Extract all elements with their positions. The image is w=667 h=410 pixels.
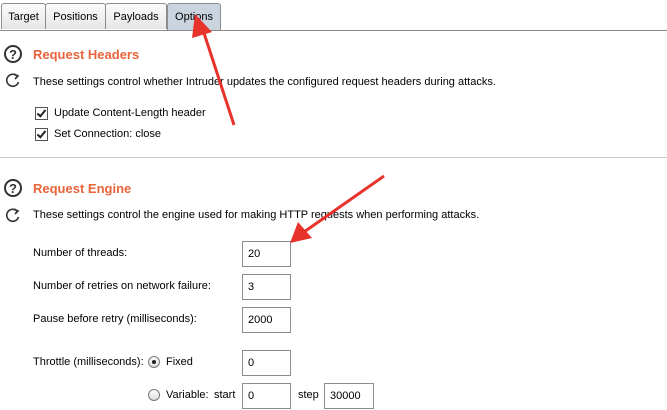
variable-label: Variable: — [166, 389, 209, 401]
retries-input[interactable] — [242, 274, 291, 300]
pause-label: Pause before retry (milliseconds): — [33, 313, 197, 325]
fixed-radio[interactable] — [148, 356, 160, 368]
help-icon[interactable]: ? — [4, 179, 22, 197]
fixed-input[interactable] — [242, 350, 291, 376]
refresh-icon[interactable] — [4, 207, 22, 225]
pause-input[interactable] — [242, 307, 291, 333]
set-connection-close-checkbox[interactable] — [35, 127, 48, 141]
fixed-label: Fixed — [166, 356, 193, 368]
tab-positions[interactable]: Positions — [45, 3, 106, 29]
update-content-length-checkbox[interactable] — [35, 106, 48, 120]
tab-options[interactable]: Options — [167, 3, 221, 30]
request-engine-description: These settings control the engine used f… — [33, 209, 480, 221]
request-headers-description: These settings control whether Intruder … — [33, 76, 496, 88]
retries-label: Number of retries on network failure: — [33, 280, 211, 292]
start-label: start — [214, 389, 236, 401]
throttle-label: Throttle (milliseconds): — [33, 356, 144, 368]
threads-input[interactable] — [242, 241, 291, 267]
variable-radio[interactable] — [148, 389, 160, 401]
request-engine-title: Request Engine — [33, 181, 132, 196]
tab-bar: Target Positions Payloads Options — [0, 0, 667, 31]
tab-target[interactable]: Target — [1, 3, 46, 29]
refresh-icon[interactable] — [4, 72, 22, 90]
variable-step-input[interactable] — [324, 383, 374, 409]
set-connection-close-row[interactable]: Set Connection: close — [35, 126, 161, 142]
variable-start-input[interactable] — [242, 383, 291, 409]
update-content-length-row[interactable]: Update Content-Length header — [35, 105, 206, 121]
section-divider — [0, 157, 667, 158]
help-icon[interactable]: ? — [4, 45, 22, 63]
request-headers-title: Request Headers — [33, 47, 140, 62]
update-content-length-label: Update Content-Length header — [54, 107, 206, 119]
tab-payloads[interactable]: Payloads — [105, 3, 167, 29]
threads-label: Number of threads: — [33, 247, 128, 259]
set-connection-close-label: Set Connection: close — [54, 128, 162, 140]
step-label: step — [298, 389, 319, 401]
